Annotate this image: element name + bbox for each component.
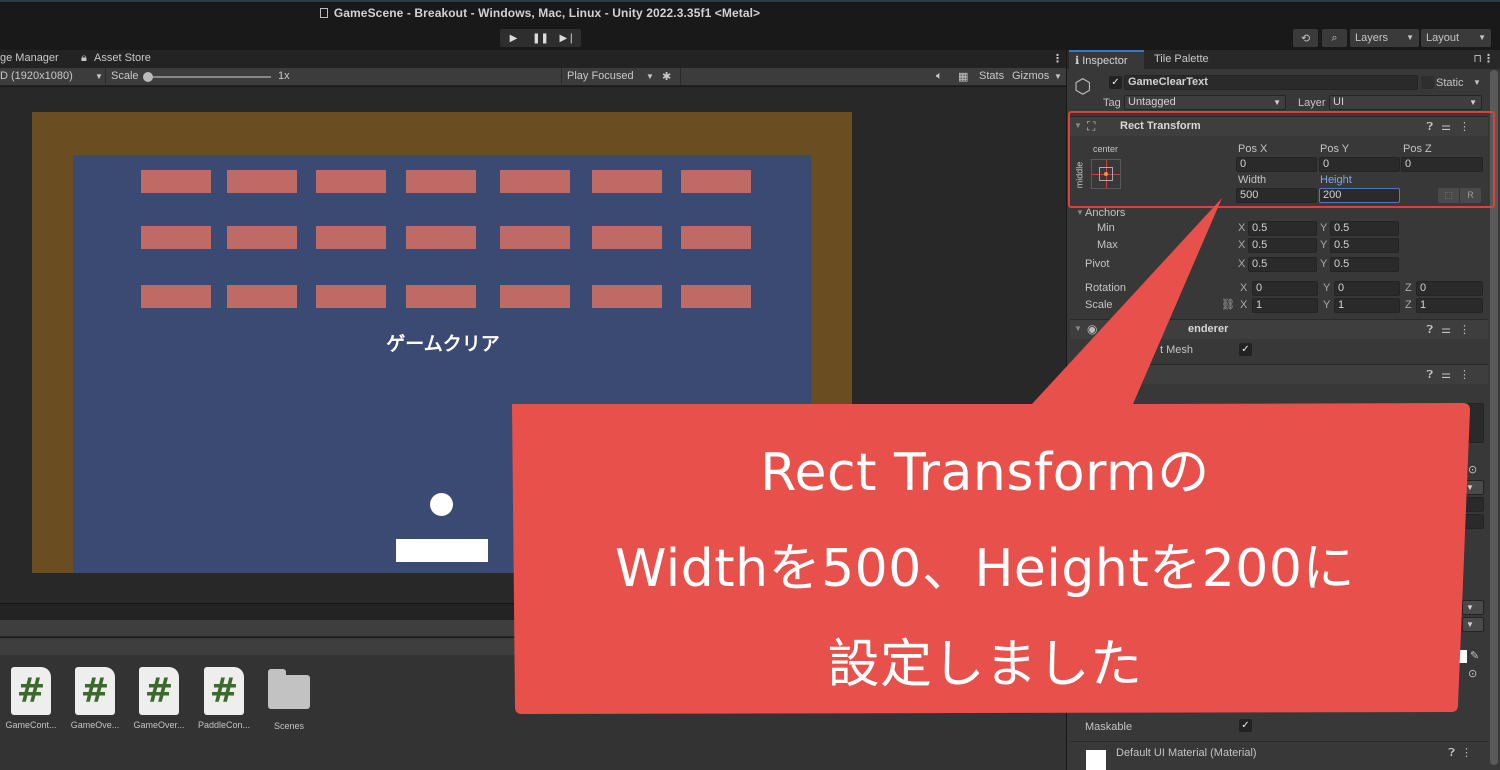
callout-line-2: Widthを500、Heightを200に <box>615 539 1355 599</box>
callout-line-3: 設定しました <box>827 635 1143 695</box>
callout-line-1: Rect Transformの <box>760 443 1210 503</box>
callout-text: Rect Transformの Widthを500、Heightを200に 設定… <box>515 425 1455 713</box>
